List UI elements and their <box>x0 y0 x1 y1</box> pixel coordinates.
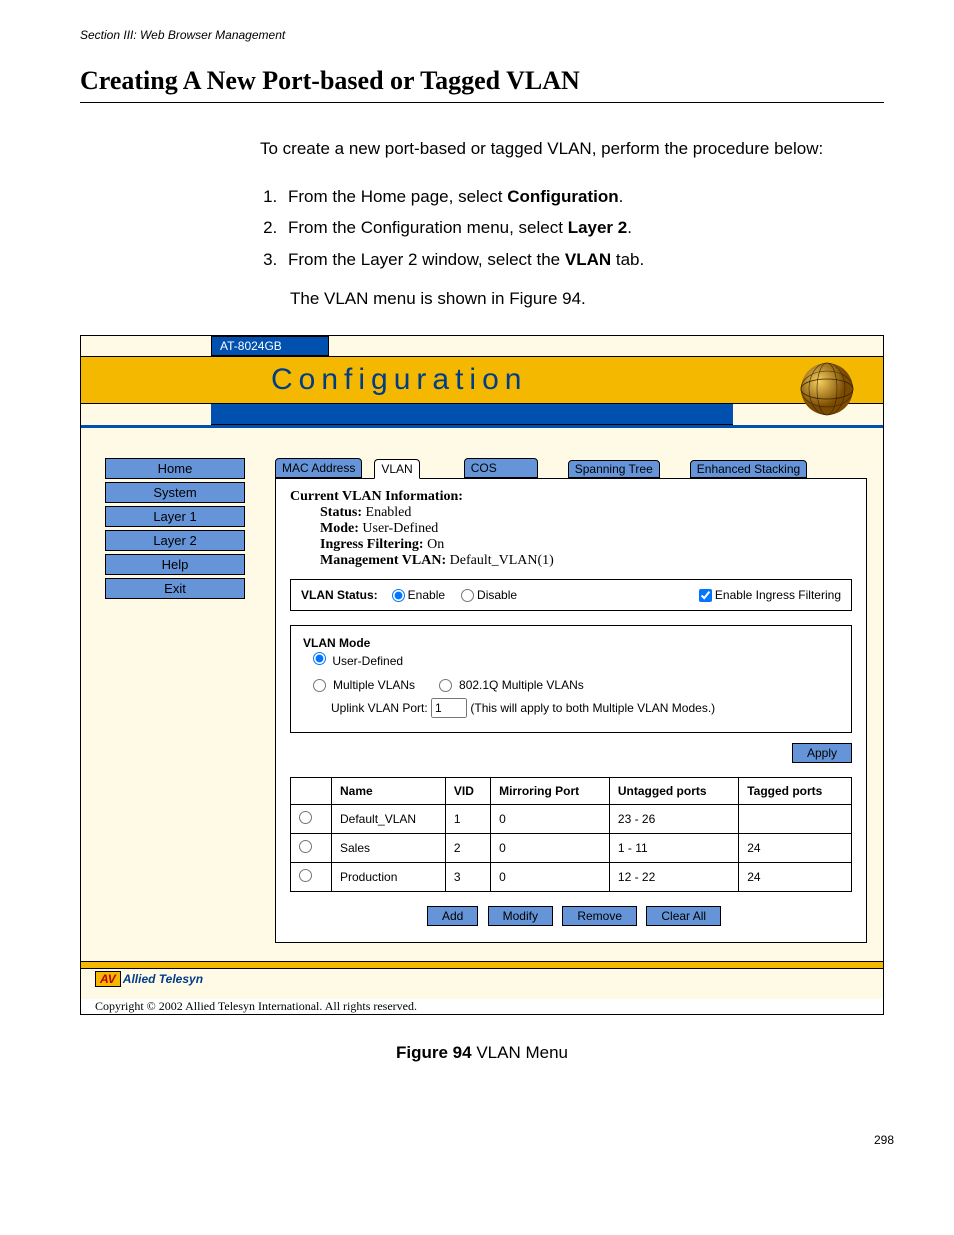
tab-cos[interactable]: COS <box>464 458 538 478</box>
section-header: Section III: Web Browser Management <box>80 28 884 42</box>
status-enable-radio[interactable] <box>392 589 405 602</box>
tab-mac-address[interactable]: MAC Address <box>275 458 362 478</box>
nav-layer2[interactable]: Layer 2 <box>105 530 245 551</box>
uplink-vlan-port-input[interactable] <box>431 698 467 718</box>
figure-screenshot: AT-8024GB Configuration <box>80 335 884 1015</box>
remove-button[interactable]: Remove <box>562 906 637 926</box>
footer-ribbon <box>81 961 883 969</box>
mode-8021q-radio[interactable] <box>439 679 452 692</box>
ingress-filter-label: Enable Ingress Filtering <box>715 588 841 602</box>
nav-system[interactable]: System <box>105 482 245 503</box>
tab-enhanced-stacking[interactable]: Enhanced Stacking <box>690 460 807 478</box>
step-1: From the Home page, select Configuration… <box>282 184 884 210</box>
row-select-radio[interactable] <box>299 840 312 853</box>
info-header: Current VLAN Information: <box>290 489 852 505</box>
nav-help[interactable]: Help <box>105 554 245 575</box>
tab-row: MAC Address VLAN COS Spanning Tree Enhan… <box>275 458 867 478</box>
nav-home[interactable]: Home <box>105 458 245 479</box>
vlan-status-label: VLAN Status: <box>301 588 378 602</box>
device-label: AT-8024GB <box>211 336 329 356</box>
add-button[interactable]: Add <box>427 906 478 926</box>
vlan-mode-box: VLAN Mode User-Defined Multiple VLANs 8 <box>290 625 852 733</box>
steps-follow: The VLAN menu is shown in Figure 94. <box>290 289 884 309</box>
brand-mark-icon: AV <box>95 971 121 987</box>
row-select-radio[interactable] <box>299 811 312 824</box>
vlan-panel: Current VLAN Information: Status: Enable… <box>275 478 867 943</box>
mode-multiple-vlans-radio[interactable] <box>313 679 326 692</box>
nav-sidebar: Home System Layer 1 Layer 2 Help Exit <box>105 458 245 602</box>
banner: Configuration <box>81 356 883 404</box>
nav-exit[interactable]: Exit <box>105 578 245 599</box>
tab-spanning-tree[interactable]: Spanning Tree <box>568 460 660 478</box>
nav-layer1[interactable]: Layer 1 <box>105 506 245 527</box>
copyright: Copyright © 2002 Allied Telesyn Internat… <box>81 999 883 1014</box>
intro-text: To create a new port-based or tagged VLA… <box>260 137 884 162</box>
steps-list: From the Home page, select Configuration… <box>260 184 884 273</box>
page-title: Creating A New Port-based or Tagged VLAN <box>80 66 884 103</box>
mode-user-defined-radio[interactable] <box>313 652 326 665</box>
ingress-filter-checkbox[interactable] <box>699 589 712 602</box>
vlan-status-box: VLAN Status: Enable Disable En <box>290 579 852 611</box>
vlan-mode-title: VLAN Mode <box>303 636 839 650</box>
vlan-table: Name VID Mirroring Port Untagged ports T… <box>290 777 852 892</box>
row-select-radio[interactable] <box>299 869 312 882</box>
table-row: Sales 2 0 1 - 11 24 <box>291 834 852 863</box>
sub-banner <box>211 404 733 425</box>
clear-all-button[interactable]: Clear All <box>646 906 721 926</box>
page-number: 298 <box>80 1133 894 1147</box>
step-2: From the Configuration menu, select Laye… <box>282 215 884 241</box>
status-disable-radio[interactable] <box>461 589 474 602</box>
modify-button[interactable]: Modify <box>488 906 553 926</box>
globe-icon <box>799 361 855 417</box>
table-row: Default_VLAN 1 0 23 - 26 <box>291 805 852 834</box>
step-3: From the Layer 2 window, select the VLAN… <box>282 247 884 273</box>
tab-vlan[interactable]: VLAN <box>374 459 419 479</box>
banner-title: Configuration <box>271 363 527 397</box>
figure-caption: Figure 94 VLAN Menu <box>80 1043 884 1063</box>
footer-brand: AV Allied Telesyn <box>81 969 883 989</box>
apply-button[interactable]: Apply <box>792 743 852 763</box>
table-row: Production 3 0 12 - 22 24 <box>291 863 852 892</box>
